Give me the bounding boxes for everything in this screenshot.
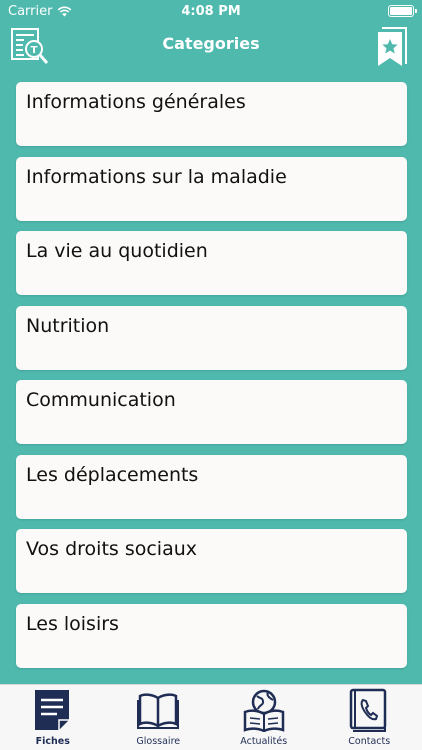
tab-label: Contacts bbox=[348, 736, 391, 747]
category-label: Informations générales bbox=[26, 91, 246, 113]
navigation-bar: T Categories bbox=[0, 22, 422, 74]
category-label: Informations sur la maladie bbox=[26, 165, 287, 188]
tab-label: Glossaire bbox=[136, 736, 181, 747]
phone-book-icon bbox=[350, 688, 387, 732]
category-item-vie-quotidien[interactable]: La vie au quotidien bbox=[16, 231, 407, 295]
tab-bar: Fiches Glossaire Actualités Contacts bbox=[0, 684, 422, 750]
category-label: Communication bbox=[26, 389, 176, 411]
globe-book-icon bbox=[243, 689, 284, 732]
category-label: Nutrition bbox=[26, 314, 110, 337]
category-item-nutrition[interactable]: Nutrition bbox=[16, 305, 407, 370]
category-list: Informations générales Informations sur … bbox=[16, 82, 407, 678]
category-item-communication[interactable]: Communication bbox=[16, 380, 407, 444]
book-icon bbox=[137, 693, 180, 729]
status-time: 4:08 PM bbox=[181, 4, 241, 19]
status-bar: Carrier 4:08 PM bbox=[0, 0, 422, 22]
document-icon bbox=[34, 690, 69, 730]
category-item-droits-sociaux[interactable]: Vos droits sociaux bbox=[16, 529, 407, 593]
category-label: Les loisirs bbox=[26, 612, 119, 635]
tab-fiches[interactable]: Fiches bbox=[0, 685, 106, 750]
page-title: Categories bbox=[162, 34, 260, 53]
category-label: Les déplacements bbox=[26, 463, 199, 486]
tab-contacts[interactable]: Contacts bbox=[317, 685, 422, 750]
tab-actualites[interactable]: Actualités bbox=[211, 685, 317, 750]
tab-label: Actualités bbox=[240, 736, 288, 747]
category-item-informations-generales[interactable]: Informations générales bbox=[16, 82, 407, 146]
category-label: Vos droits sociaux bbox=[26, 538, 198, 560]
tab-glossaire[interactable]: Glossaire bbox=[106, 685, 212, 750]
category-label: La vie au quotidien bbox=[26, 240, 208, 262]
category-item-informations-maladie[interactable]: Informations sur la maladie bbox=[16, 156, 407, 221]
bookmark-star-icon bbox=[378, 27, 407, 66]
battery-icon bbox=[388, 5, 417, 17]
category-item-loisirs[interactable]: Les loisirs bbox=[16, 603, 407, 668]
favorites-button[interactable] bbox=[376, 26, 408, 68]
tab-label: Fiches bbox=[35, 736, 70, 747]
category-item-deplacements[interactable]: Les déplacements bbox=[16, 454, 407, 519]
